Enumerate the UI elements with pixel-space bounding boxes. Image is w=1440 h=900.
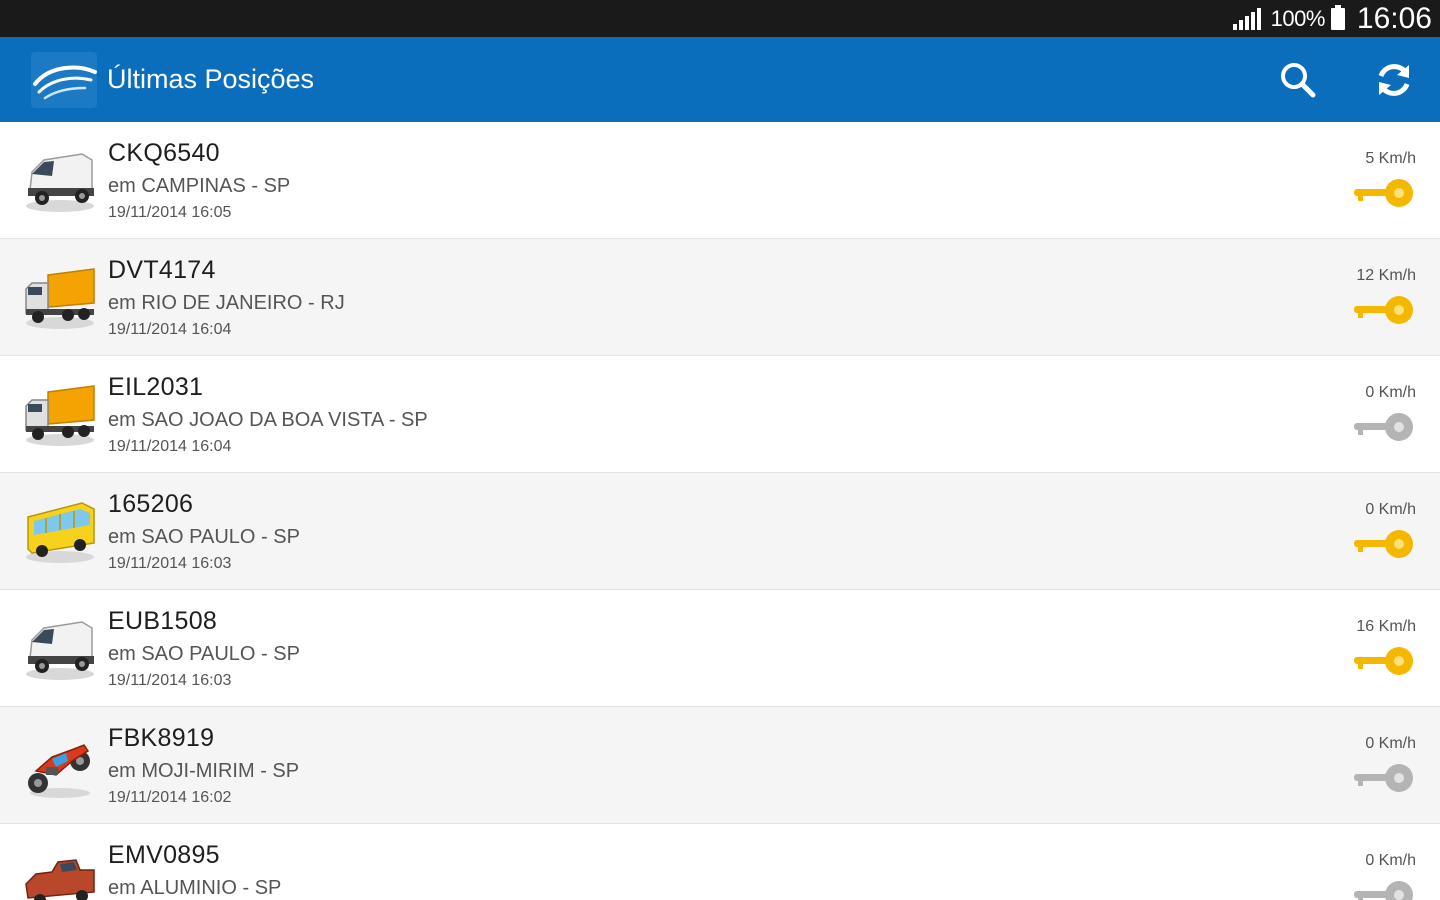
vehicle-speed: 0 Km/h xyxy=(1365,384,1416,401)
truck-icon xyxy=(25,385,95,446)
vehicle-plate: EIL2031 xyxy=(108,373,204,401)
list-item[interactable]: EUB1508 em SAO PAULO - SP 19/11/2014 16:… xyxy=(0,590,1440,707)
vehicle-timestamp: 19/11/2014 16:02 xyxy=(108,789,232,806)
app-logo-icon[interactable] xyxy=(27,43,101,117)
status-bar: 100% 16:06 xyxy=(0,0,1440,37)
battery-percent: 100% xyxy=(1270,5,1326,31)
vehicle-location: em SAO PAULO - SP xyxy=(108,643,300,665)
list-item[interactable]: DVT4174 em RIO DE JANEIRO - RJ 19/11/201… xyxy=(0,239,1440,356)
van-icon xyxy=(26,621,94,680)
vehicle-plate: EMV0895 xyxy=(108,841,220,869)
truck-icon xyxy=(25,268,95,329)
vehicle-plate: FBK8919 xyxy=(108,724,215,752)
vehicle-timestamp: 19/11/2014 16:03 xyxy=(108,555,232,572)
bus-icon xyxy=(26,502,95,563)
ignition-off-key-icon[interactable] xyxy=(1352,410,1416,444)
pickup-icon xyxy=(25,859,95,900)
list-item[interactable]: EIL2031 em SAO JOAO DA BOA VISTA - SP 19… xyxy=(0,356,1440,473)
vehicle-timestamp: 19/11/2014 16:04 xyxy=(108,321,232,338)
vehicle-location: em RIO DE JANEIRO - RJ xyxy=(108,292,345,314)
vehicle-plate: CKQ6540 xyxy=(108,139,220,167)
search-icon xyxy=(1281,62,1316,97)
refresh-button[interactable] xyxy=(1364,50,1424,110)
status-clock: 16:06 xyxy=(1356,1,1432,35)
list-item[interactable]: 165206 em SAO PAULO - SP 19/11/2014 16:0… xyxy=(0,473,1440,590)
signal-icon xyxy=(1232,7,1261,30)
vehicle-speed: 12 Km/h xyxy=(1356,267,1416,284)
search-button[interactable] xyxy=(1268,50,1328,110)
list-item[interactable]: FBK8919 em MOJI-MIRIM - SP 19/11/2014 16… xyxy=(0,707,1440,824)
ignition-on-key-icon[interactable] xyxy=(1352,293,1416,327)
vehicle-speed: 16 Km/h xyxy=(1356,618,1416,635)
vehicle-speed: 0 Km/h xyxy=(1365,735,1416,752)
vehicle-plate: DVT4174 xyxy=(108,256,216,284)
action-bar: Últimas Posições xyxy=(0,37,1440,122)
list-item[interactable]: EMV0895 em ALUMINIO - SP 0 Km/h xyxy=(0,824,1440,900)
vehicle-timestamp: 19/11/2014 16:04 xyxy=(108,438,232,455)
vehicle-timestamp: 19/11/2014 16:05 xyxy=(108,204,232,221)
ignition-off-key-icon[interactable] xyxy=(1352,878,1416,900)
vehicle-list: CKQ6540 em CAMPINAS - SP 19/11/2014 16:0… xyxy=(0,122,1440,900)
ignition-on-key-icon[interactable] xyxy=(1352,644,1416,678)
ignition-off-key-icon[interactable] xyxy=(1352,761,1416,795)
refresh-icon xyxy=(1378,63,1410,96)
van-icon xyxy=(26,153,94,212)
ignition-on-key-icon[interactable] xyxy=(1352,527,1416,561)
list-item[interactable]: CKQ6540 em CAMPINAS - SP 19/11/2014 16:0… xyxy=(0,122,1440,239)
vehicle-timestamp: 19/11/2014 16:03 xyxy=(108,672,232,689)
vehicle-location: em SAO JOAO DA BOA VISTA - SP xyxy=(108,409,428,431)
vehicle-location: em SAO PAULO - SP xyxy=(108,526,300,548)
vehicle-location: em CAMPINAS - SP xyxy=(108,175,291,197)
vehicle-plate: EUB1508 xyxy=(108,607,218,635)
vehicle-speed: 0 Km/h xyxy=(1365,501,1416,518)
vehicle-speed: 5 Km/h xyxy=(1365,150,1416,167)
motorcycle-icon xyxy=(28,744,90,798)
vehicle-location: em ALUMINIO - SP xyxy=(108,877,282,899)
page-title: Últimas Posições xyxy=(107,64,315,94)
vehicle-speed: 0 Km/h xyxy=(1365,852,1416,869)
ignition-on-key-icon[interactable] xyxy=(1352,176,1416,210)
battery-icon xyxy=(1330,4,1345,30)
vehicle-plate: 165206 xyxy=(108,490,194,518)
vehicle-location: em MOJI-MIRIM - SP xyxy=(108,760,300,782)
